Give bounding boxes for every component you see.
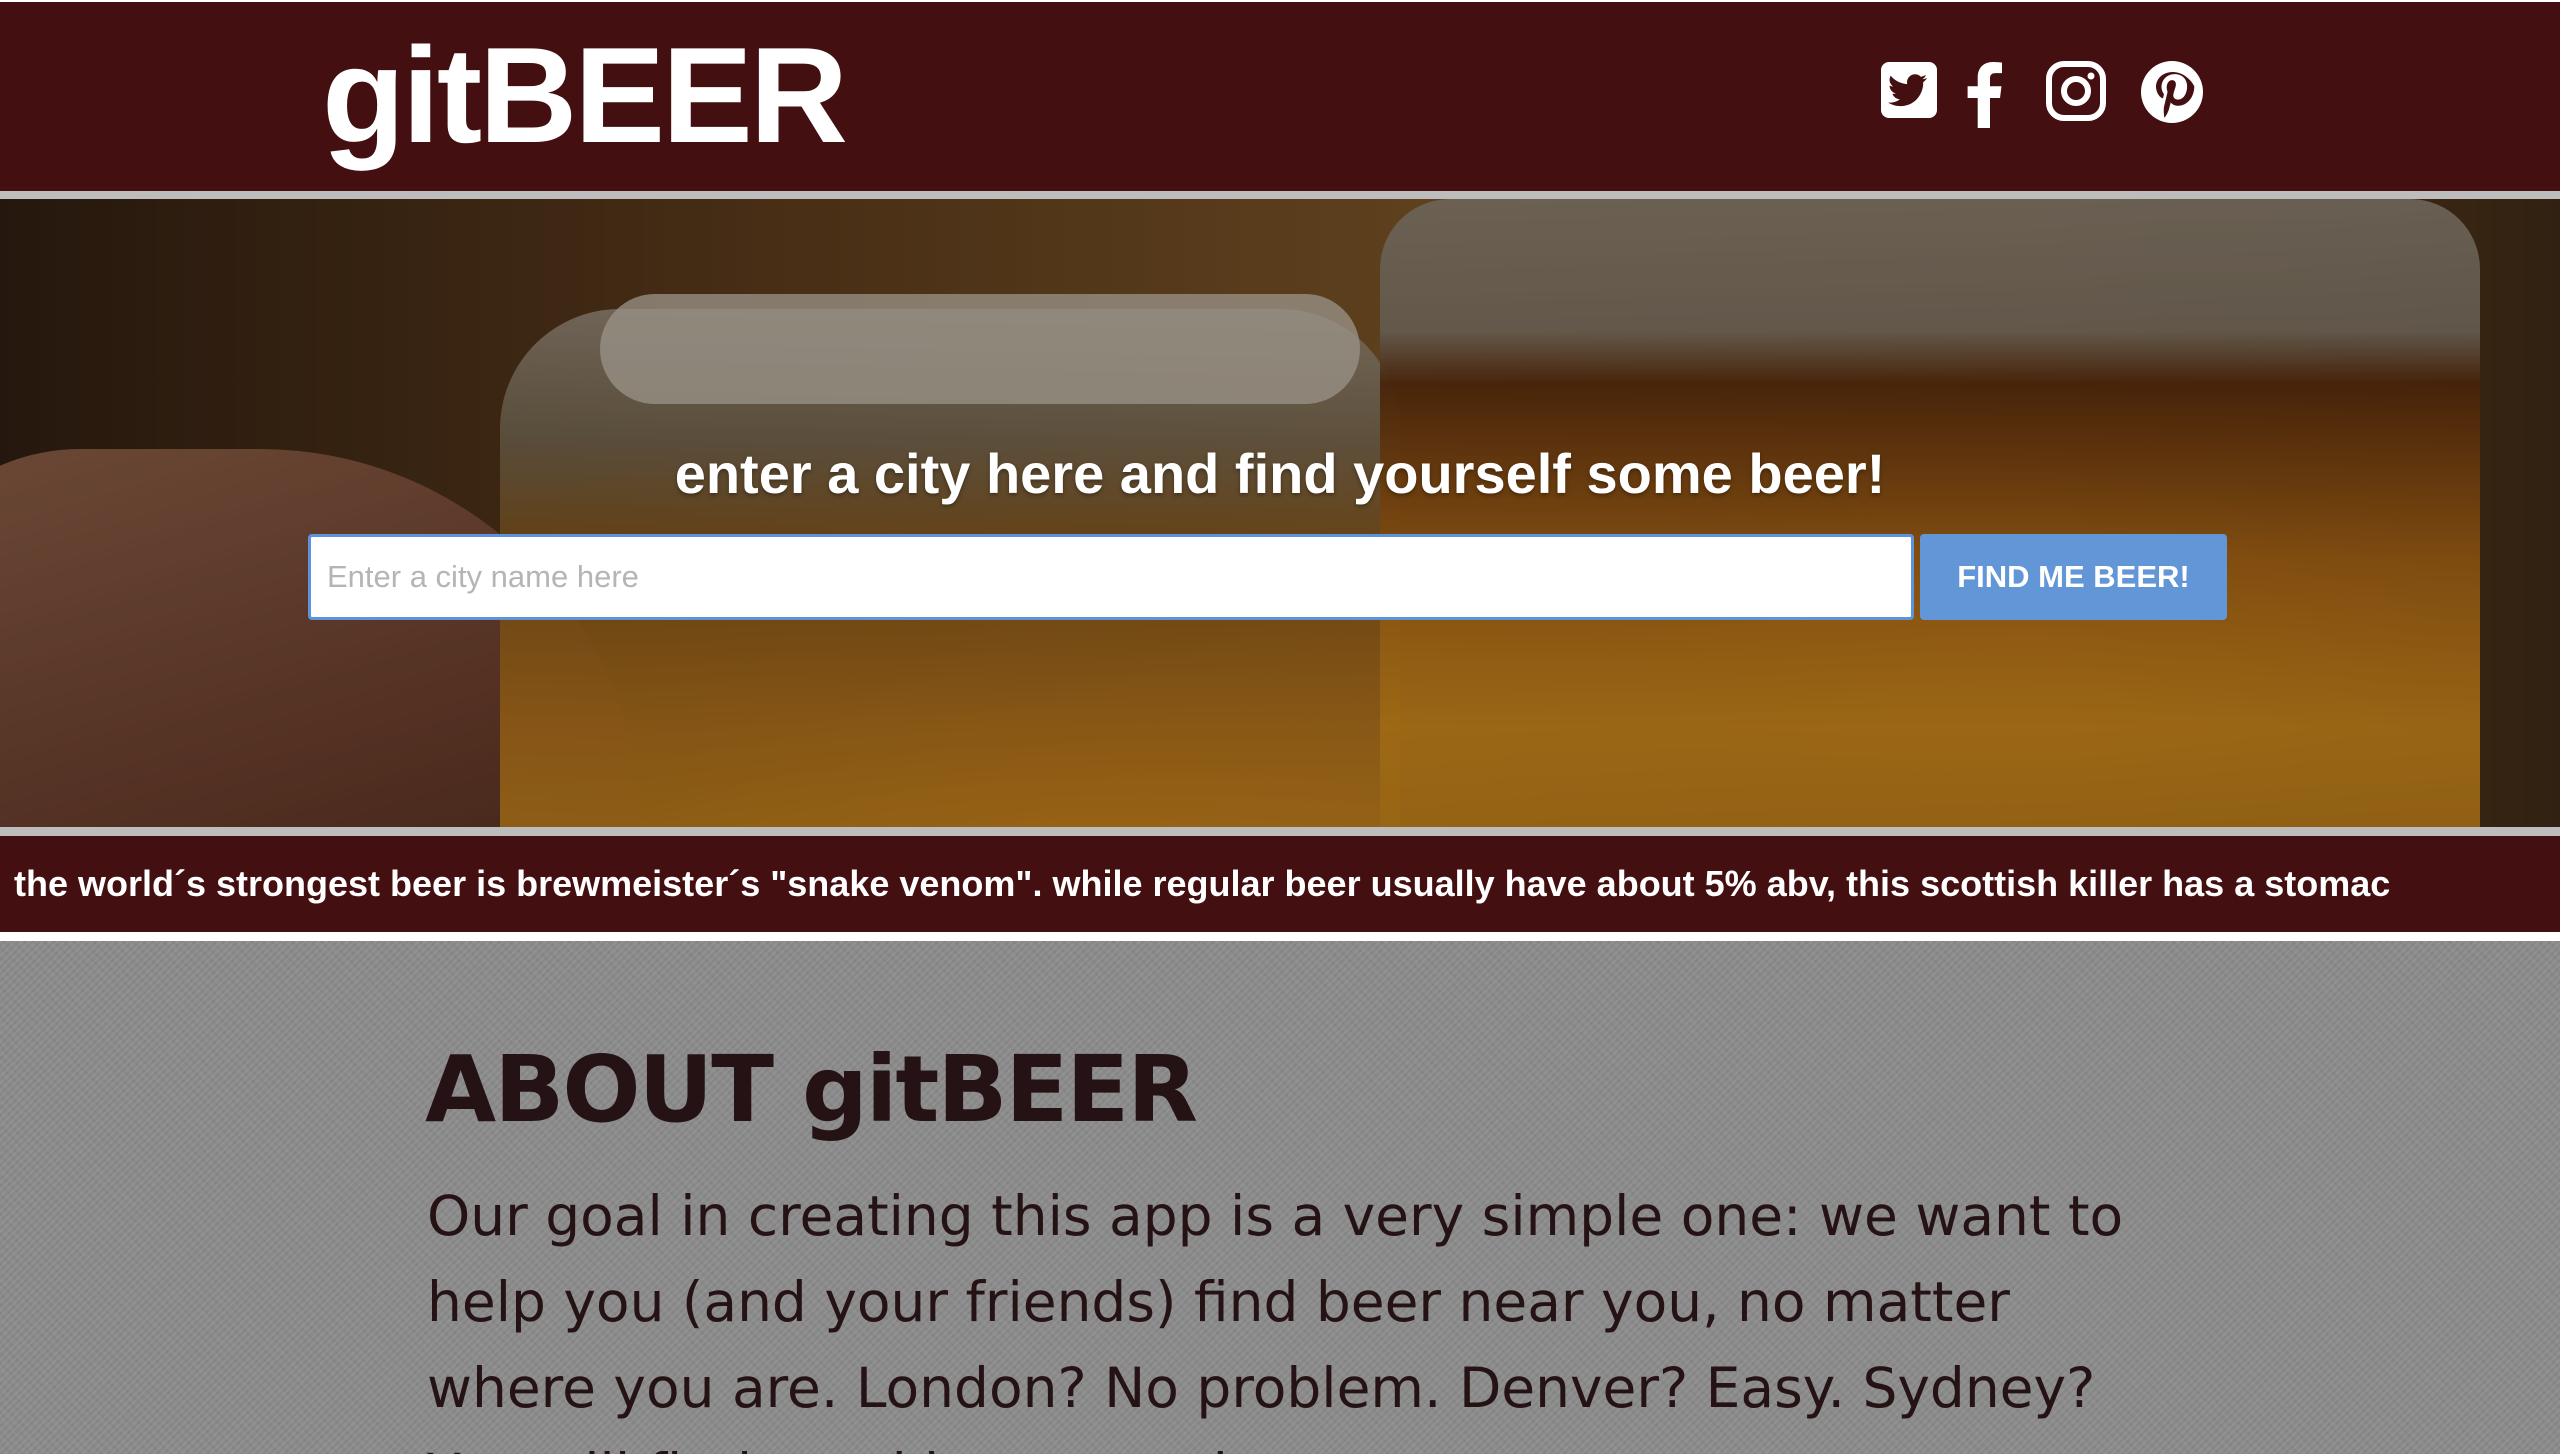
facebook-icon[interactable] — [1964, 60, 2004, 132]
hero-overlay — [0, 199, 2560, 827]
site-header: gitBEER — [0, 2, 2560, 191]
about-body: Our goal in creating this app is a very … — [427, 1184, 2124, 1454]
hero-banner: enter a city here and find yourself some… — [0, 199, 2560, 827]
about-title: ABOUT gitBEER — [425, 1036, 1198, 1143]
hero-divider — [0, 827, 2560, 836]
site-logo[interactable]: gitBEER — [322, 20, 848, 170]
ticker-divider — [0, 932, 2560, 941]
city-search-input[interactable] — [308, 534, 1914, 620]
pinterest-icon[interactable] — [2140, 60, 2204, 132]
hero-title: enter a city here and find yourself some… — [674, 442, 1886, 505]
instagram-icon[interactable] — [2045, 60, 2107, 132]
twitter-icon[interactable] — [1879, 60, 1939, 132]
beer-fact-ticker: the world´s strongest beer is brewmeiste… — [0, 836, 2560, 932]
header-divider — [0, 191, 2560, 199]
about-section: ABOUT gitBEER Our goal in creating this … — [0, 941, 2560, 1454]
ticker-text: the world´s strongest beer is brewmeiste… — [14, 863, 2391, 904]
page: gitBEER enter a city here and find yours… — [0, 0, 2560, 1454]
find-me-beer-button[interactable]: FIND ME BEER! — [1920, 534, 2227, 620]
